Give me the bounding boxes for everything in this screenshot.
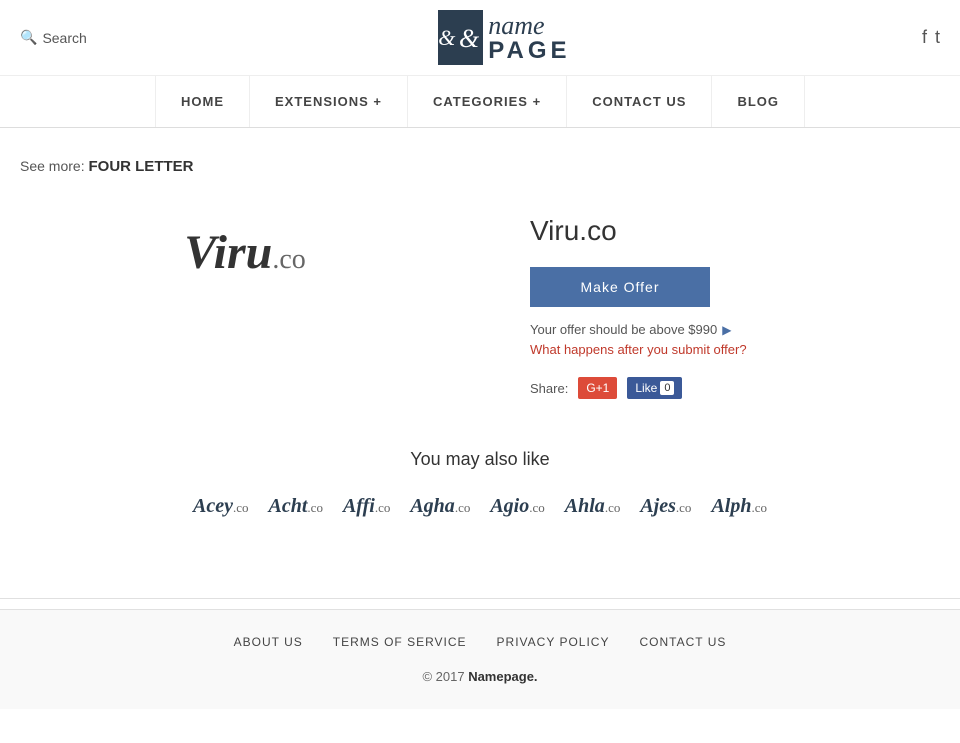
nav-contact[interactable]: CONTACT US	[567, 76, 712, 127]
page-header: 🔍 Search & name PAGE f t	[0, 0, 960, 76]
domain-title: Viru.co	[530, 215, 940, 247]
twitter-icon[interactable]: t	[935, 27, 940, 48]
facebook-icon[interactable]: f	[922, 27, 927, 48]
share-row: Share: G+1 Like 0	[530, 377, 940, 399]
domain-card[interactable]: Alph.co	[711, 495, 767, 518]
domain-logo-area: Viru.co	[20, 205, 470, 300]
domain-card[interactable]: Acey.co	[193, 495, 249, 518]
nav-blog[interactable]: BLOG	[712, 76, 805, 127]
search-icon: 🔍	[20, 29, 37, 46]
domain-cards: Acey.co Acht.co Affi.co Agha.co Agio.co Ahla.…	[20, 495, 940, 518]
footer-link[interactable]: TERMS OF SERVICE	[333, 635, 467, 649]
footer-copyright: © 2017 Namepage.	[20, 669, 940, 684]
main-content: See more: FOUR LETTER Viru.co Viru.co Ma…	[0, 128, 960, 588]
offer-info: Your offer should be above $990 ▶	[530, 322, 940, 337]
footer-link[interactable]: PRIVACY POLICY	[497, 635, 610, 649]
nav-home[interactable]: HOME	[155, 76, 250, 127]
domain-card[interactable]: Agha.co	[410, 495, 470, 518]
domain-card[interactable]: Ahla.co	[565, 495, 621, 518]
facebook-like-count: 0	[660, 381, 674, 395]
logo-name-text: name	[488, 13, 570, 39]
domain-card[interactable]: Agio.co	[490, 495, 544, 518]
logo-icon-box: &	[438, 10, 483, 65]
social-icons: f t	[922, 27, 940, 48]
also-like-section: You may also like Acey.coAcht.coAffi.coA…	[20, 449, 940, 518]
footer-divider	[0, 598, 960, 599]
see-more-label: See more:	[20, 158, 85, 174]
logo[interactable]: & name PAGE	[438, 10, 570, 65]
domain-card[interactable]: Ajes.co	[640, 495, 691, 518]
make-offer-button[interactable]: Make Offer	[530, 267, 710, 307]
footer-links: ABOUT US TERMS OF SERVICE PRIVACY POLICY CO…	[20, 635, 940, 649]
logo-text: name PAGE	[488, 13, 570, 63]
share-label: Share:	[530, 381, 568, 396]
what-happens-link[interactable]: What happens after you submit offer?	[530, 342, 940, 357]
search-label: Search	[42, 30, 86, 46]
page-footer: ABOUT US TERMS OF SERVICE PRIVACY POLICY CO…	[0, 609, 960, 709]
breadcrumb-link[interactable]: FOUR LETTER	[88, 158, 193, 175]
search-area[interactable]: 🔍 Search	[20, 29, 87, 46]
gplus-button[interactable]: G+1	[578, 377, 617, 399]
domain-section: Viru.co Viru.co Make Offer Your offer sh…	[20, 205, 940, 399]
domain-card[interactable]: Affi.co	[343, 495, 390, 518]
main-nav: HOME EXTENSIONS + CATEGORIES + CONTACT U…	[0, 76, 960, 128]
logo-page-text: PAGE	[488, 39, 570, 63]
domain-card[interactable]: Acht.co	[269, 495, 323, 518]
footer-site-link[interactable]: Namepage.	[468, 669, 537, 684]
domain-info-panel: Viru.co Make Offer Your offer should be …	[530, 205, 940, 399]
svg-text:&: &	[459, 23, 480, 52]
facebook-like-button[interactable]: Like 0	[627, 377, 682, 399]
footer-link[interactable]: ABOUT US	[234, 635, 303, 649]
domain-logo-text: Viru.co	[184, 225, 306, 280]
offer-arrow-icon: ▶	[722, 323, 731, 337]
nav-extensions[interactable]: EXTENSIONS +	[250, 76, 408, 127]
nav-categories[interactable]: CATEGORIES +	[408, 76, 567, 127]
logo-ampersand-icon: &	[455, 21, 483, 55]
breadcrumb: See more: FOUR LETTER	[20, 158, 940, 175]
also-like-title: You may also like	[20, 449, 940, 470]
footer-link[interactable]: CONTACT US	[639, 635, 726, 649]
